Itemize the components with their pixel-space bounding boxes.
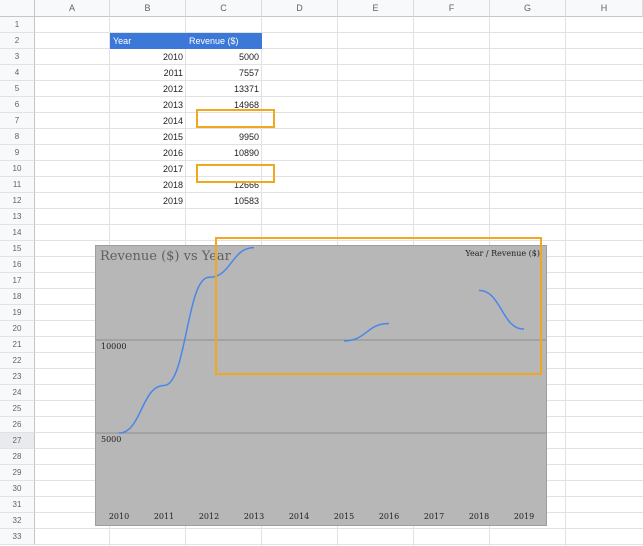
year-cell[interactable]: 2010 <box>110 49 186 65</box>
row-header-27[interactable]: 27 <box>0 433 35 449</box>
row-header-17[interactable]: 17 <box>0 273 35 289</box>
row-header-25[interactable]: 25 <box>0 401 35 417</box>
year-cell[interactable]: 2015 <box>110 129 186 145</box>
row-header-7[interactable]: 7 <box>0 113 35 129</box>
row-gridline <box>35 544 643 545</box>
row-header-1[interactable]: 1 <box>0 17 35 33</box>
column-header-g[interactable]: G <box>490 0 566 17</box>
row-header-31[interactable]: 31 <box>0 497 35 513</box>
year-cell[interactable]: 2019 <box>110 193 186 209</box>
row-gridline <box>35 528 643 529</box>
row-header-9[interactable]: 9 <box>0 145 35 161</box>
row-header-12[interactable]: 12 <box>0 193 35 209</box>
highlight-empty-cell-c7 <box>196 109 275 128</box>
highlight-chart-gap <box>215 237 542 375</box>
y-tick-label: 5000 <box>101 435 121 444</box>
revenue-cell[interactable]: 10890 <box>186 145 262 161</box>
column-header-h[interactable]: H <box>566 0 643 17</box>
row-header-21[interactable]: 21 <box>0 337 35 353</box>
year-cell[interactable]: 2018 <box>110 177 186 193</box>
x-tick-label: 2010 <box>109 512 129 521</box>
header-cell-year[interactable]: Year <box>110 33 186 49</box>
column-header-b[interactable]: B <box>110 0 186 17</box>
year-cell[interactable]: 2014 <box>110 113 186 129</box>
row-header-18[interactable]: 18 <box>0 289 35 305</box>
revenue-cell[interactable]: 5000 <box>186 49 262 65</box>
y-tick-label: 10000 <box>101 342 126 351</box>
column-gridline <box>565 17 566 546</box>
row-header-6[interactable]: 6 <box>0 97 35 113</box>
revenue-cell[interactable]: 7557 <box>186 65 262 81</box>
row-header-30[interactable]: 30 <box>0 481 35 497</box>
year-cell[interactable]: 2011 <box>110 65 186 81</box>
x-tick-label: 2016 <box>379 512 399 521</box>
row-header-3[interactable]: 3 <box>0 49 35 65</box>
x-tick-label: 2019 <box>514 512 534 521</box>
row-header-20[interactable]: 20 <box>0 321 35 337</box>
row-header-29[interactable]: 29 <box>0 465 35 481</box>
row-header-16[interactable]: 16 <box>0 257 35 273</box>
row-header-26[interactable]: 26 <box>0 417 35 433</box>
row-header-23[interactable]: 23 <box>0 369 35 385</box>
header-cell-revenue[interactable]: Revenue ($) <box>186 33 262 49</box>
select-all-corner[interactable] <box>0 0 35 17</box>
x-tick-label: 2018 <box>469 512 489 521</box>
x-tick-label: 2017 <box>424 512 444 521</box>
row-header-33[interactable]: 33 <box>0 529 35 545</box>
revenue-cell[interactable]: 13371 <box>186 81 262 97</box>
year-cell[interactable]: 2012 <box>110 81 186 97</box>
year-cell[interactable]: 2016 <box>110 145 186 161</box>
row-header-13[interactable]: 13 <box>0 209 35 225</box>
row-header-11[interactable]: 11 <box>0 177 35 193</box>
x-tick-label: 2012 <box>199 512 219 521</box>
x-tick-label: 2013 <box>244 512 264 521</box>
x-tick-label: 2011 <box>154 512 174 521</box>
row-header-22[interactable]: 22 <box>0 353 35 369</box>
row-gridline <box>35 224 643 225</box>
row-header-14[interactable]: 14 <box>0 225 35 241</box>
column-header-e[interactable]: E <box>338 0 414 17</box>
column-header-c[interactable]: C <box>186 0 262 17</box>
revenue-cell[interactable]: 9950 <box>186 129 262 145</box>
row-header-5[interactable]: 5 <box>0 81 35 97</box>
column-header-a[interactable]: A <box>35 0 110 17</box>
x-tick-label: 2015 <box>334 512 354 521</box>
column-header-f[interactable]: F <box>414 0 490 17</box>
row-header-15[interactable]: 15 <box>0 241 35 257</box>
column-header-d[interactable]: D <box>262 0 338 17</box>
row-header-19[interactable]: 19 <box>0 305 35 321</box>
x-tick-label: 2014 <box>289 512 309 521</box>
year-cell[interactable]: 2013 <box>110 97 186 113</box>
row-header-2[interactable]: 2 <box>0 33 35 49</box>
revenue-cell[interactable]: 10583 <box>186 193 262 209</box>
highlight-empty-cell-c10 <box>196 164 275 183</box>
row-header-28[interactable]: 28 <box>0 449 35 465</box>
chart-title: Revenue ($) vs Year <box>100 249 231 264</box>
row-header-24[interactable]: 24 <box>0 385 35 401</box>
row-header-32[interactable]: 32 <box>0 513 35 529</box>
row-header-10[interactable]: 10 <box>0 161 35 177</box>
row-header-4[interactable]: 4 <box>0 65 35 81</box>
year-cell[interactable]: 2017 <box>110 161 186 177</box>
row-header-8[interactable]: 8 <box>0 129 35 145</box>
